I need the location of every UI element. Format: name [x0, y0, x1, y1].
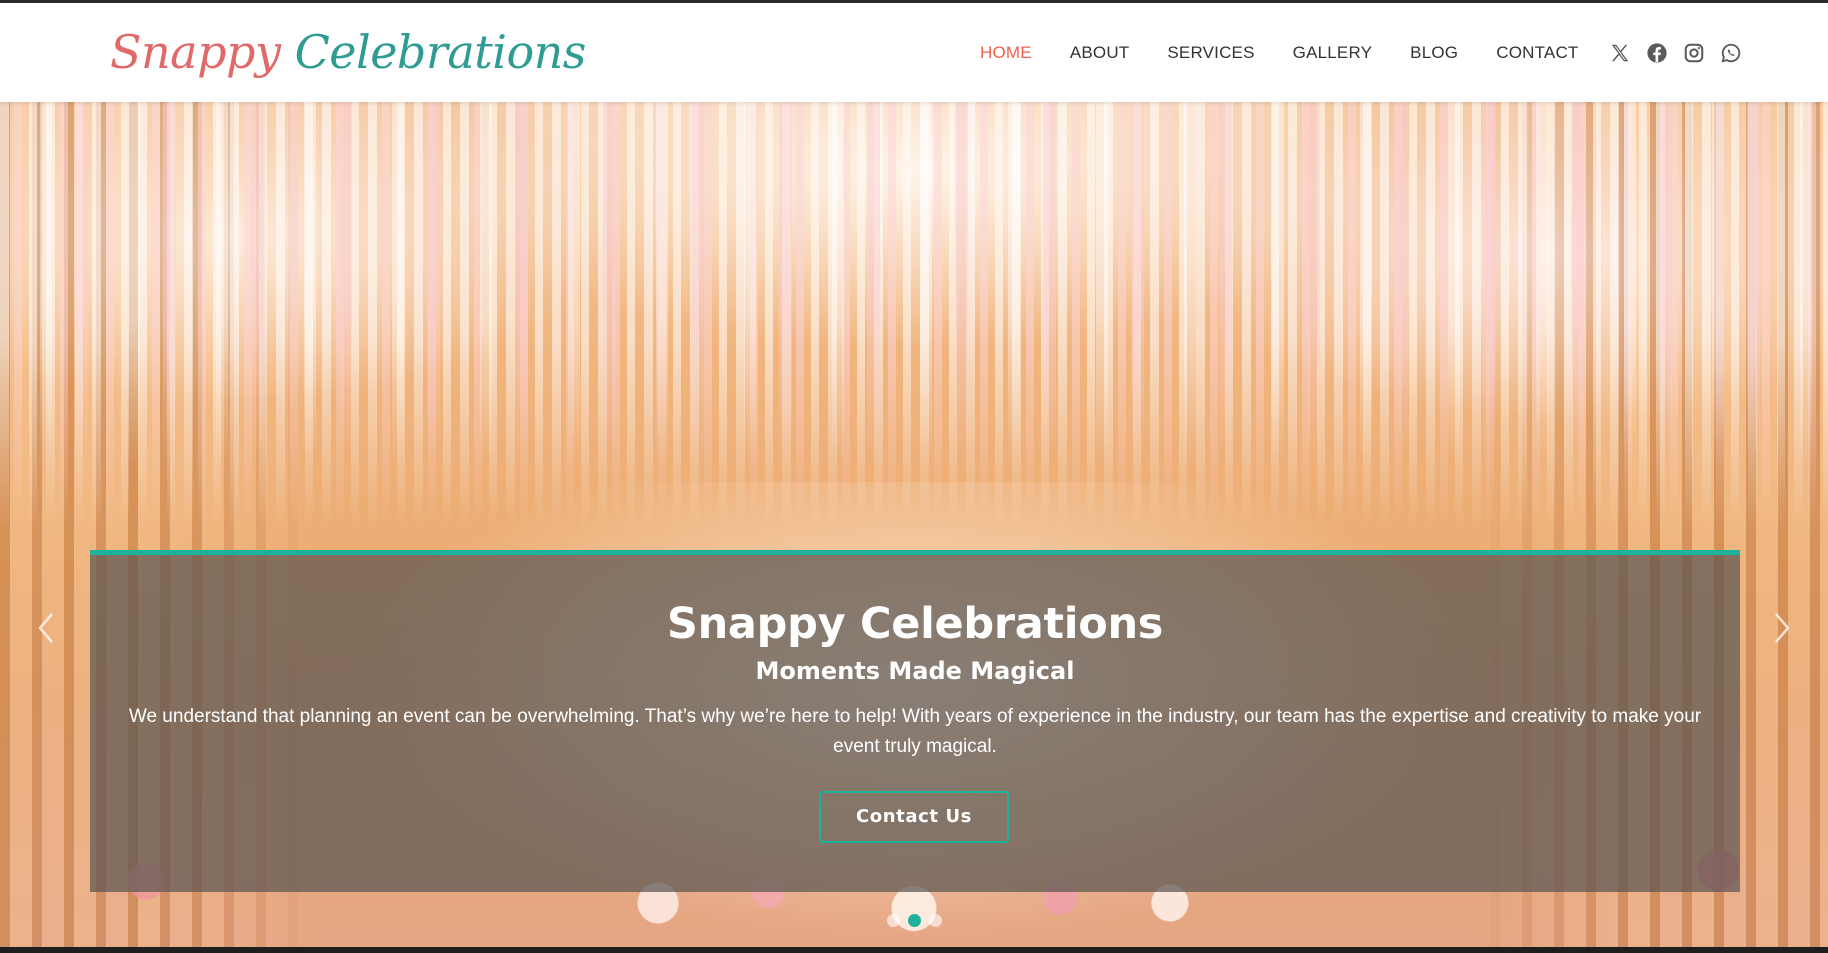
- slider-pagination: [0, 914, 1828, 927]
- hero-subtitle: Moments Made Magical: [755, 657, 1075, 685]
- slider-dot-2[interactable]: [907, 914, 921, 927]
- x-icon[interactable]: [1609, 42, 1631, 64]
- main-nav: HOME ABOUT SERVICES GALLERY BLOG CONTACT: [980, 3, 1742, 102]
- nav-item-about[interactable]: ABOUT: [1070, 43, 1130, 63]
- slider-dot-3[interactable]: [928, 914, 942, 927]
- slider-prev-arrow[interactable]: [34, 608, 58, 648]
- nav-item-home[interactable]: HOME: [980, 43, 1032, 63]
- hero-title: Snappy Celebrations: [666, 599, 1164, 649]
- site-header: Snappy Celebrations HOME ABOUT SERVICES …: [0, 3, 1828, 102]
- hero-slider: Snappy Celebrations Moments Made Magical…: [0, 102, 1828, 947]
- window-bottom-border: [0, 947, 1828, 953]
- hero-description: We understand that planning an event can…: [128, 706, 1702, 757]
- facebook-icon[interactable]: [1646, 42, 1668, 64]
- slider-dot-1[interactable]: [886, 914, 900, 927]
- logo-word-snappy: Snappy: [110, 25, 281, 79]
- contact-us-button[interactable]: Contact Us: [819, 791, 1009, 843]
- nav-item-gallery[interactable]: GALLERY: [1293, 43, 1373, 63]
- nav-item-contact[interactable]: CONTACT: [1496, 43, 1578, 63]
- hanging-flowers-highlights: [0, 102, 1828, 462]
- social-links: [1609, 42, 1742, 64]
- slider-next-arrow[interactable]: [1770, 608, 1794, 648]
- logo-word-celebrations: Celebrations: [294, 25, 587, 79]
- whatsapp-icon[interactable]: [1720, 42, 1742, 64]
- site-logo[interactable]: Snappy Celebrations: [110, 17, 586, 87]
- nav-item-blog[interactable]: BLOG: [1410, 43, 1458, 63]
- nav-item-services[interactable]: SERVICES: [1167, 43, 1254, 63]
- instagram-icon[interactable]: [1683, 42, 1705, 64]
- hero-caption-box: Snappy Celebrations Moments Made Magical…: [90, 550, 1740, 892]
